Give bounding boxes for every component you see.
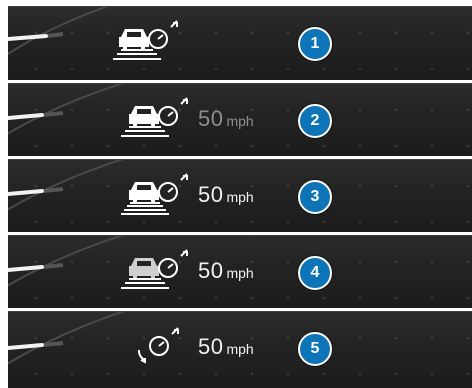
set-speed-value: 50 [198, 258, 224, 283]
set-speed-readout: 50 mph [198, 182, 254, 208]
callout-badge-2: 2 [298, 104, 332, 138]
speedometer-icon [137, 327, 179, 364]
vehicle-with-speedometer-lane-icon [121, 173, 188, 215]
set-speed-unit: mph [226, 341, 254, 357]
display-panel-4: 50 mph 4 [8, 235, 472, 308]
display-panel-1: 1 [8, 6, 472, 80]
callout-badge-5: 5 [298, 332, 332, 366]
set-speed-unit: mph [226, 113, 254, 129]
callout-badge-4: 4 [298, 256, 332, 290]
set-speed-value: 50 [198, 182, 224, 207]
set-speed-value: 50 [198, 334, 224, 359]
set-speed-value: 50 [198, 106, 224, 131]
display-panel-2: 50 mph 2 [8, 83, 472, 156]
vehicle-with-speedometer-lane-icon [121, 97, 188, 137]
vehicle-with-speedometer-lane-icon [121, 249, 188, 289]
set-speed-readout: 50 mph [198, 258, 254, 284]
callout-badge-3: 3 [298, 180, 332, 214]
set-speed-readout: 50 mph [198, 334, 254, 360]
set-speed-unit: mph [226, 265, 254, 281]
display-panel-5: 50 mph 5 [8, 311, 472, 388]
cluster-display-illustration: 1 50 mph 2 50 mph 3 50 mph 4 50 mph 5 [0, 0, 472, 388]
vehicle-with-speedometer-lane-icon [113, 20, 178, 60]
set-speed-unit: mph [226, 189, 254, 205]
display-panel-3: 50 mph 3 [8, 159, 472, 232]
set-speed-readout: 50 mph [198, 106, 254, 132]
callout-badge-1: 1 [298, 27, 332, 61]
